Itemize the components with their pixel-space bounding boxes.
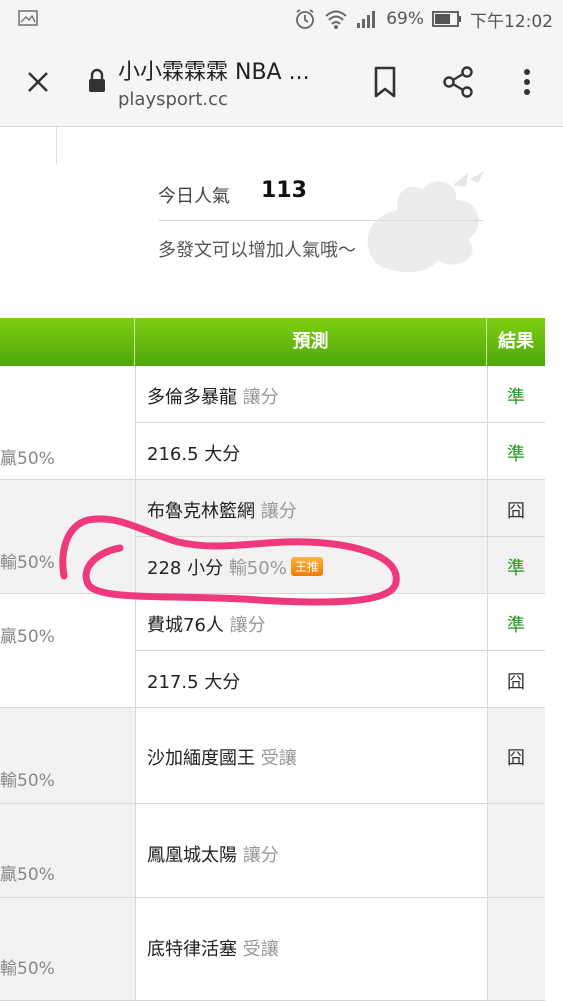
team-name: 鳳凰城太陽 [147,845,237,866]
header-result: 結果 [498,331,534,352]
battery-percent: 69% [386,9,424,29]
result-text: 囧 [507,501,525,522]
popularity-hint: 多發文可以增加人氣哦～ [158,240,356,261]
table-header: 預測 結果 [0,318,545,366]
highlight-scribble [59,515,400,606]
team-name: 沙加緬度國王 [147,748,255,769]
prediction-text[interactable]: 沙加緬度國王 受讓 [147,744,297,770]
table-row-group: 輸50% 底特律活塞 受讓 [0,898,545,1001]
result-text: 準 [507,387,525,408]
close-button[interactable] [18,62,58,102]
result-text: 準 [507,615,525,636]
team-name: 費城76人 [147,615,224,636]
page-url[interactable]: playsport.cc [118,89,228,110]
bet-type: 讓分 [242,387,279,408]
clock-time: 下午12:02 [470,11,553,32]
wifi-icon [325,10,347,29]
bet-type: 受讓 [260,748,297,769]
more-icon[interactable] [512,64,542,100]
group-result-text: 輸50% [0,553,55,573]
table-row-group: 贏50% 費城76人 讓分 準 217.5 大分 囧 [0,594,545,708]
bet-type: 受讓 [242,939,279,960]
browser-toolbar: 小小霖霖霖 NBA ... playsport.cc [0,38,563,127]
group-result-text: 贏50% [0,627,55,647]
prediction-text[interactable]: 216.5 大分 [147,440,240,466]
share-icon[interactable] [440,64,476,100]
team-name: 216.5 大分 [147,444,241,465]
prediction-text[interactable]: 鳳凰城太陽 讓分 [147,841,279,867]
bet-type: 讓分 [229,615,266,636]
status-bar: 69% 下午12:02 [0,0,563,38]
page-title[interactable]: 小小霖霖霖 NBA ... [118,54,310,86]
group-result-text: 贏50% [0,865,55,885]
signal-icon [357,11,376,28]
bookmark-icon[interactable] [370,64,400,100]
result-text: 囧 [507,672,525,693]
prediction-text[interactable]: 費城76人 讓分 [147,611,266,637]
lock-icon [89,68,105,92]
popularity-label: 今日人氣 [158,186,230,207]
table-row-group: 贏50% 多倫多暴龍 讓分 準 216.5 大分 準 [0,366,545,480]
popularity-value: 113 [261,178,307,203]
bet-type: 讓分 [242,845,279,866]
result-text: 準 [507,558,525,579]
group-result-text: 輸50% [0,959,55,979]
close-icon [28,72,48,92]
group-result-text: 贏50% [0,449,55,469]
divider [134,318,135,366]
header-predict: 預測 [292,331,329,352]
group-result-text: 輸50% [0,771,55,791]
battery-icon [432,11,461,27]
team-name: 底特律活塞 [147,939,237,960]
result-text: 囧 [507,748,525,769]
prediction-text[interactable]: 217.5 大分 [147,668,240,694]
table-row-group: 輸50% 沙加緬度國王 受讓 囧 [0,708,545,804]
alarm-icon [296,9,315,29]
prediction-text[interactable]: 多倫多暴龍 讓分 [147,383,279,409]
divider [158,220,484,221]
table-row-group: 贏50% 鳳凰城太陽 讓分 [0,804,545,898]
image-icon [18,10,38,26]
result-text: 準 [507,444,525,465]
team-name: 217.5 大分 [147,672,241,693]
divider [56,127,57,165]
team-name: 多倫多暴龍 [147,387,237,408]
prediction-text[interactable]: 底特律活塞 受讓 [147,935,279,961]
